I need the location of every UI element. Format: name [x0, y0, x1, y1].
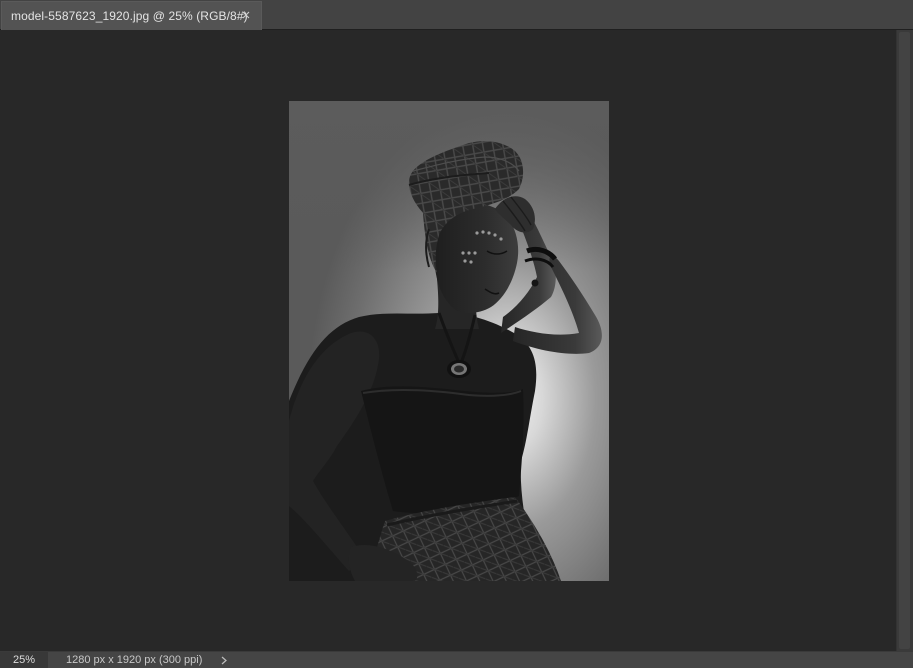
document-tab-title: model-5587623_1920.jpg @ 25% (RGB/8#) [11, 9, 248, 23]
scrollbar-thumb[interactable] [899, 32, 910, 649]
document-info: 1280 px x 1920 px (300 ppi) [66, 654, 203, 666]
close-icon[interactable] [240, 9, 252, 21]
vertical-scrollbar[interactable] [896, 30, 913, 651]
document-image[interactable] [289, 101, 609, 581]
zoom-level-field[interactable]: 25% [0, 652, 48, 668]
chevron-right-icon[interactable] [219, 655, 229, 666]
status-bar: 25% 1280 px x 1920 px (300 ppi) [0, 651, 913, 668]
photoshop-window: model-5587623_1920.jpg @ 25% (RGB/8#) 25… [0, 0, 913, 668]
document-tab[interactable]: model-5587623_1920.jpg @ 25% (RGB/8#) [1, 1, 262, 30]
document-tab-bar: model-5587623_1920.jpg @ 25% (RGB/8#) [0, 0, 913, 30]
